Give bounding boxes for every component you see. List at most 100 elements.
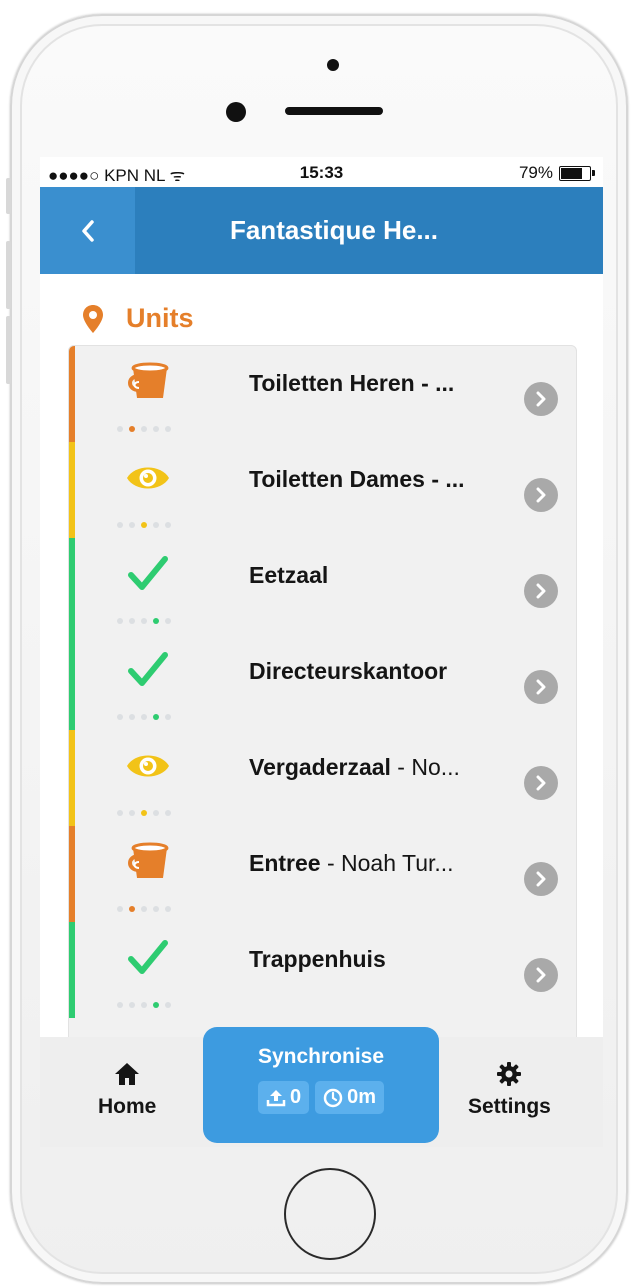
progress-dot [129, 618, 135, 624]
tab-home-label: Home [98, 1095, 157, 1118]
progress-dot [165, 714, 171, 720]
progress-dot [117, 618, 123, 624]
status-bar-indicator [69, 346, 75, 442]
unit-label: Toiletten Heren - ... [249, 370, 454, 397]
status-bar: ●●●●○ KPN NL ᯤ 15:33 79% [40, 157, 603, 187]
mute-switch [6, 178, 11, 214]
progress-dot [141, 1002, 147, 1008]
status-bar-indicator [69, 826, 75, 922]
progress-dots [117, 618, 171, 624]
tab-settings[interactable]: Settings [468, 1061, 551, 1119]
progress-dot [153, 906, 159, 912]
app-screen: ●●●●○ KPN NL ᯤ 15:33 79% Fantastique He.… [40, 157, 603, 1147]
checkmark-icon [128, 940, 168, 974]
unit-row[interactable]: Toiletten Dames - ... [69, 442, 576, 538]
section-header: Units [82, 303, 194, 334]
chevron-right-icon[interactable] [524, 958, 558, 992]
home-icon [115, 1063, 140, 1085]
checkmark-icon [128, 652, 168, 686]
progress-dot [117, 906, 123, 912]
unit-row[interactable]: Directeurskantoor [69, 634, 576, 730]
progress-dot [153, 426, 159, 432]
progress-dot [141, 810, 147, 816]
unit-row[interactable]: Trappenhuis [69, 922, 576, 1018]
map-marker-icon [83, 304, 103, 333]
unit-name: Eetzaal [249, 562, 329, 588]
section-title: Units [126, 303, 194, 333]
unit-name: Vergaderzaal [249, 754, 391, 780]
sync-badges: 0 0m [203, 1081, 439, 1114]
bucket-icon [128, 362, 169, 398]
front-camera [226, 102, 246, 122]
tab-settings-label: Settings [468, 1095, 551, 1118]
progress-dot [165, 906, 171, 912]
unit-name: Toiletten Heren - ... [249, 370, 455, 396]
unit-name: Toiletten Dames - ... [249, 466, 465, 492]
unit-row[interactable]: Vergaderzaal - No... [69, 730, 576, 826]
progress-dots [117, 906, 171, 912]
progress-dot [129, 810, 135, 816]
upload-count-badge: 0 [257, 1081, 310, 1114]
sync-label: Synchronise [257, 1045, 385, 1068]
chevron-right-icon[interactable] [524, 862, 558, 896]
home-hardware-button[interactable] [284, 1168, 376, 1260]
checkmark-icon [128, 556, 168, 590]
progress-dot [117, 714, 123, 720]
upload-icon [266, 1089, 286, 1106]
progress-dot [141, 522, 147, 528]
synchronise-button[interactable]: Synchronise 0 0m [203, 1027, 439, 1143]
progress-dot [153, 1002, 159, 1008]
unit-suffix: - No... [390, 754, 460, 780]
back-button[interactable] [40, 187, 135, 274]
unit-row[interactable]: Toiletten Heren - ... [69, 346, 576, 442]
progress-dot [153, 522, 159, 528]
eye-icon [127, 467, 169, 489]
progress-dot [117, 522, 123, 528]
progress-dot [153, 618, 159, 624]
progress-dots [117, 810, 171, 816]
status-bar-indicator [69, 922, 75, 1018]
progress-dot [141, 618, 147, 624]
battery-status: 79% [519, 163, 595, 183]
unit-label: Eetzaal [249, 562, 328, 589]
gear-icon [497, 1062, 522, 1086]
progress-dots [117, 714, 171, 720]
chevron-right-icon[interactable] [524, 670, 558, 704]
status-bar-indicator [69, 538, 75, 634]
progress-dot [141, 426, 147, 432]
unit-label: Trappenhuis [249, 946, 386, 973]
tab-home[interactable]: Home [98, 1061, 156, 1119]
chevron-right-icon[interactable] [524, 574, 558, 608]
unit-name: Trappenhuis [249, 946, 386, 972]
navigation-bar: Fantastique He... [40, 187, 603, 274]
chevron-left-icon [81, 219, 94, 242]
unit-row[interactable]: Eetzaal [69, 538, 576, 634]
volume-down-button [6, 316, 11, 384]
battery-icon [559, 165, 595, 181]
chevron-right-icon[interactable] [524, 382, 558, 416]
units-list: Toiletten Heren - ... Toiletten Dames - .… [68, 345, 577, 1057]
progress-dots [117, 522, 171, 528]
progress-dot [129, 522, 135, 528]
progress-dot [165, 1002, 171, 1008]
unit-name: Directeurskantoor [249, 658, 448, 684]
progress-dot [165, 522, 171, 528]
unit-label: Directeurskantoor [249, 658, 447, 685]
volume-up-button [6, 241, 11, 309]
progress-dot [141, 714, 147, 720]
progress-dot [165, 618, 171, 624]
chevron-right-icon[interactable] [524, 478, 558, 512]
progress-dot [129, 426, 135, 432]
progress-dot [129, 906, 135, 912]
earpiece-speaker [285, 107, 383, 115]
progress-dot [141, 906, 147, 912]
proximity-sensor [327, 59, 339, 71]
time-badge: 0m [315, 1081, 385, 1114]
unit-suffix: - Noah Tur... [320, 850, 454, 876]
progress-dot [165, 426, 171, 432]
progress-dot [165, 810, 171, 816]
chevron-right-icon[interactable] [524, 766, 558, 800]
unit-row[interactable]: Entree - Noah Tur... [69, 826, 576, 922]
status-bar-indicator [69, 634, 75, 730]
status-bar-indicator [69, 730, 75, 826]
